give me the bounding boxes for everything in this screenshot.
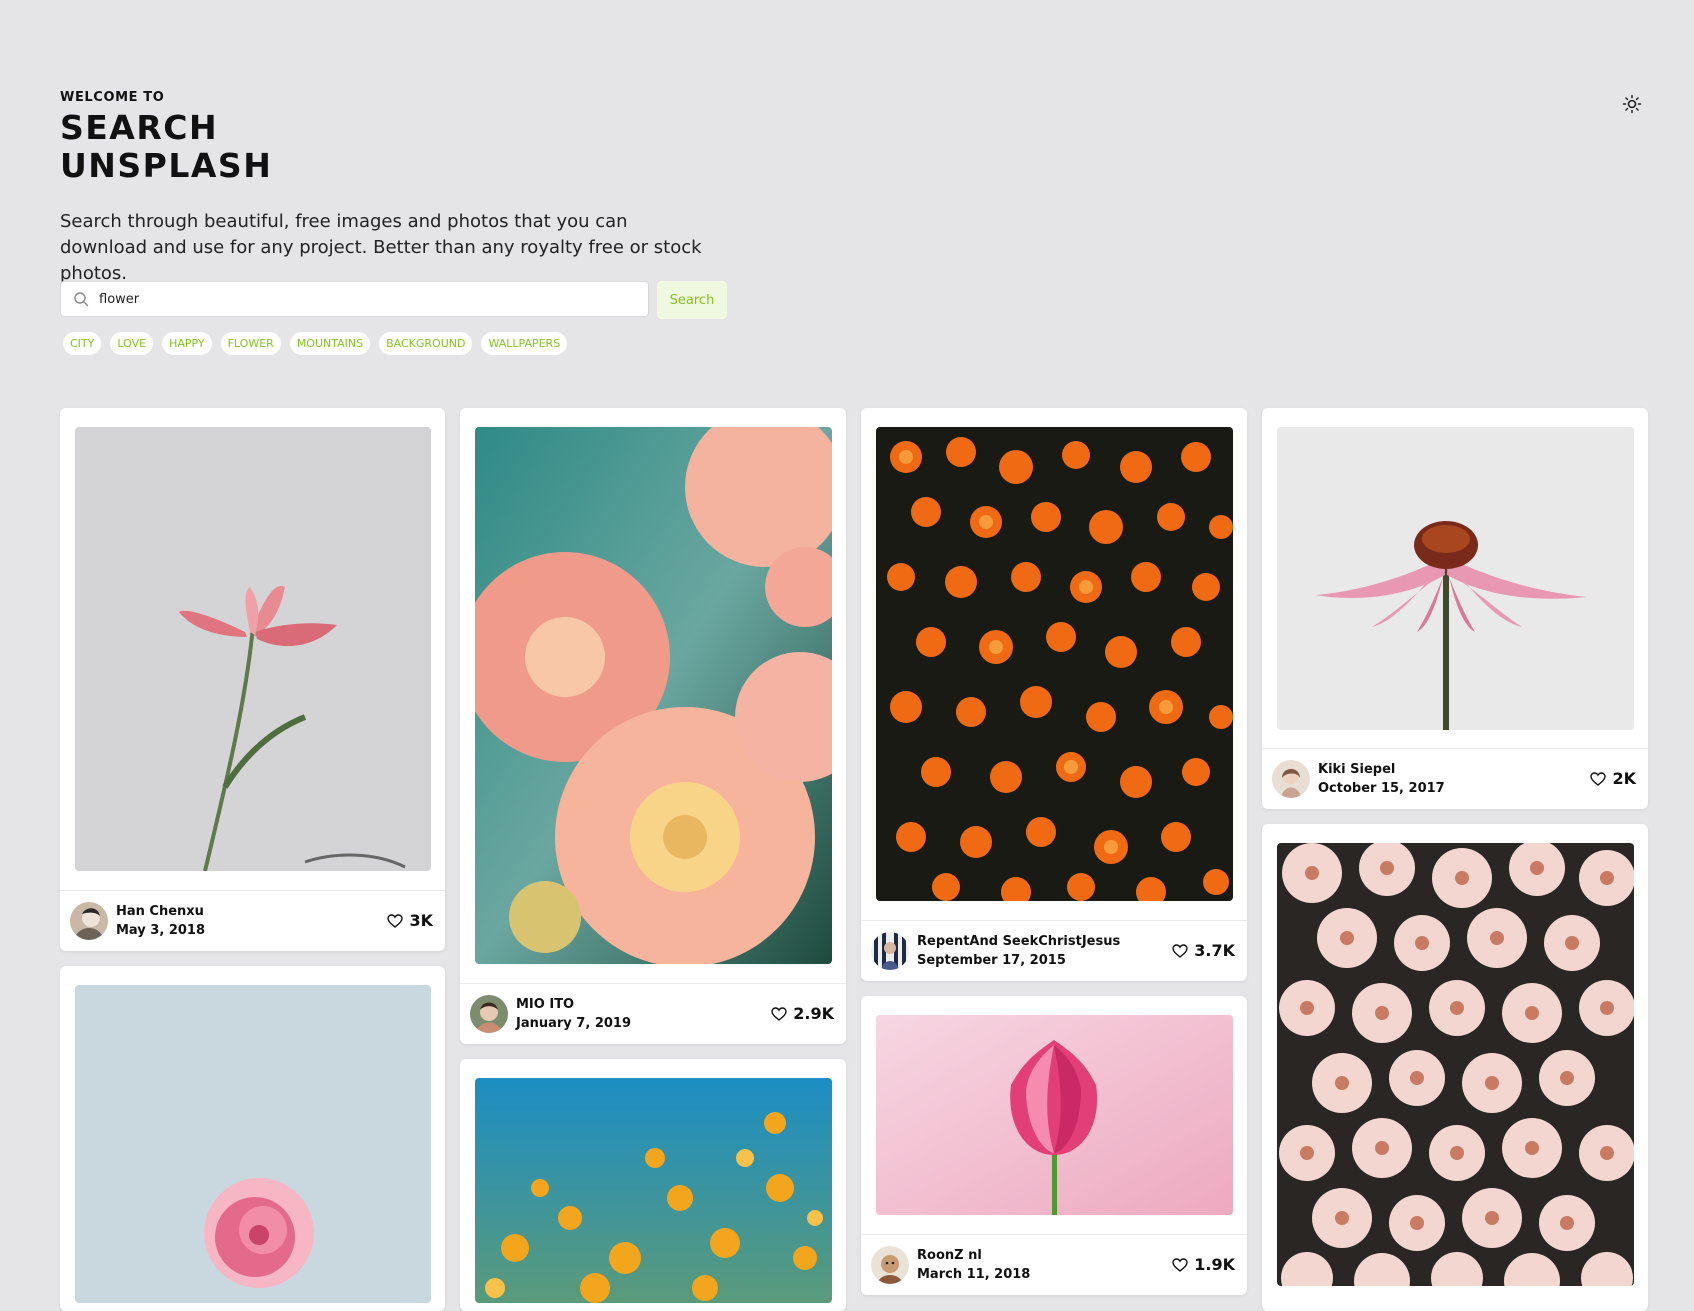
theme-toggle-button[interactable]	[1622, 94, 1642, 114]
avatar[interactable]	[1272, 760, 1310, 798]
title-line-1: SEARCH	[60, 108, 219, 147]
sun-icon	[1622, 94, 1642, 114]
author-name[interactable]: Kiki Siepel	[1318, 762, 1395, 777]
heart-icon	[387, 913, 404, 928]
search-bar: Search	[60, 281, 727, 319]
author-name[interactable]: RoonZ nl	[917, 1248, 982, 1263]
photo-image[interactable]	[876, 1015, 1233, 1215]
photo-image[interactable]	[475, 1078, 832, 1303]
photo-date: January 7, 2019	[516, 1016, 631, 1031]
like-count: 2K	[1612, 769, 1636, 788]
photo-date: March 11, 2018	[917, 1267, 1031, 1282]
photo-card[interactable]: RepentAnd SeekChristJesus September 17, …	[861, 408, 1247, 981]
subtitle: Search through beautiful, free images an…	[60, 209, 750, 287]
photo-image[interactable]	[75, 427, 431, 871]
welcome-text: WELCOME TO	[60, 90, 165, 105]
heart-icon	[1172, 1257, 1188, 1272]
search-input[interactable]	[97, 290, 621, 308]
photo-image[interactable]	[1277, 843, 1634, 1286]
heart-icon	[1590, 771, 1607, 786]
like-button[interactable]: 3K	[387, 911, 433, 930]
photo-card[interactable]: MIO ITO January 7, 2019 2.9K	[460, 408, 846, 1044]
title-line-2: UNSPLASH	[60, 146, 273, 185]
photo-card[interactable]: RoonZ nl March 11, 2018 1.9K	[861, 996, 1247, 1295]
tag-list: CITY LOVE HAPPY FLOWER MOUNTAINS BACKGRO…	[63, 332, 568, 355]
page-title: SEARCH UNSPLASH	[60, 109, 760, 185]
like-count: 3K	[409, 911, 433, 930]
search-field[interactable]	[60, 281, 649, 317]
tag-wallpapers[interactable]: WALLPAPERS	[481, 332, 568, 355]
tag-happy[interactable]: HAPPY	[162, 332, 212, 355]
tag-flower[interactable]: FLOWER	[220, 332, 281, 355]
tag-background[interactable]: BACKGROUND	[379, 332, 473, 355]
like-button[interactable]: 3.7K	[1172, 941, 1235, 960]
photo-card[interactable]: Kiki Siepel October 15, 2017 2K	[1262, 408, 1648, 809]
author-name[interactable]: Han Chenxu	[116, 904, 204, 919]
tag-mountains[interactable]: MOUNTAINS	[289, 332, 371, 355]
photo-meta: RepentAnd SeekChristJesus September 17, …	[861, 920, 1247, 981]
like-count: 2.9K	[793, 1004, 834, 1023]
avatar[interactable]	[470, 995, 508, 1033]
photo-meta: Kiki Siepel October 15, 2017 2K	[1262, 748, 1648, 809]
photo-meta: MIO ITO January 7, 2019 2.9K	[460, 983, 846, 1044]
like-button[interactable]: 2.9K	[771, 1004, 834, 1023]
photo-meta: RoonZ nl March 11, 2018 1.9K	[861, 1234, 1247, 1295]
author-name[interactable]: MIO ITO	[516, 997, 574, 1012]
like-count: 1.9K	[1194, 1255, 1235, 1274]
avatar[interactable]	[871, 932, 909, 970]
tag-city[interactable]: CITY	[63, 332, 102, 355]
photo-meta: Han Chenxu May 3, 2018 3K	[60, 890, 445, 951]
photo-card[interactable]	[460, 1059, 846, 1311]
photo-date: October 15, 2017	[1318, 781, 1445, 796]
photo-image[interactable]	[75, 985, 431, 1303]
search-icon	[74, 292, 89, 307]
photo-card[interactable]: Han Chenxu May 3, 2018 3K	[60, 408, 445, 951]
photo-image[interactable]	[475, 427, 832, 964]
author-name[interactable]: RepentAnd SeekChristJesus	[917, 934, 1120, 949]
avatar[interactable]	[70, 902, 108, 940]
photo-card[interactable]	[60, 966, 445, 1311]
like-count: 3.7K	[1194, 941, 1235, 960]
heart-icon	[1172, 943, 1188, 958]
hero: WELCOME TO SEARCH UNSPLASH Search throug…	[60, 90, 760, 287]
photo-card[interactable]	[1262, 824, 1648, 1311]
heart-icon	[771, 1006, 787, 1021]
tag-love[interactable]: LOVE	[110, 332, 154, 355]
like-button[interactable]: 1.9K	[1172, 1255, 1235, 1274]
like-button[interactable]: 2K	[1590, 769, 1636, 788]
search-button[interactable]: Search	[657, 281, 727, 319]
photo-date: September 17, 2015	[917, 953, 1066, 968]
photo-image[interactable]	[876, 427, 1233, 901]
photo-date: May 3, 2018	[116, 923, 206, 938]
subtitle-line-1: Search through beautiful, free images an…	[60, 211, 628, 232]
photo-image[interactable]	[1277, 427, 1634, 730]
avatar[interactable]	[871, 1246, 909, 1284]
subtitle-line-2: download and use for any project. Better…	[60, 237, 702, 284]
